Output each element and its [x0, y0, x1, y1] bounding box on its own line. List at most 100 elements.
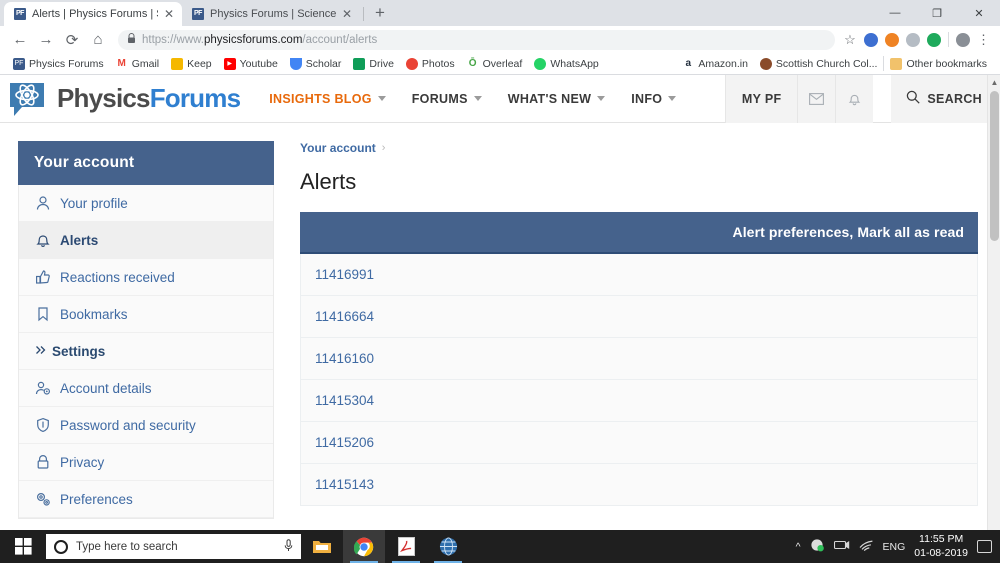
shield-blue-icon[interactable] [864, 32, 878, 47]
language-indicator[interactable]: ENG [883, 541, 906, 553]
address-bar[interactable]: https://www.physicsforums.com/account/al… [118, 29, 835, 50]
alert-id[interactable]: 11415206 [315, 435, 374, 450]
bell-icon[interactable] [835, 75, 874, 123]
circle-green-icon[interactable] [927, 32, 941, 47]
bookmark-star-icon[interactable]: ☆ [843, 32, 857, 47]
page-scrollbar[interactable]: ▲ ▼ [987, 75, 1000, 541]
show-hidden-icons-icon[interactable]: ^ [796, 541, 801, 553]
sidebar-item-reactions-received[interactable]: Reactions received [19, 259, 273, 296]
action-center-icon[interactable] [977, 540, 992, 553]
sidebar-item-account-details[interactable]: Account details [19, 370, 273, 407]
my-pf-button[interactable]: MY PF [724, 75, 798, 123]
scottish-church-icon [759, 57, 772, 70]
taskbar-globe-app[interactable] [427, 530, 469, 563]
sidebar-heading-settings: Settings [19, 333, 273, 370]
scroll-up-icon[interactable]: ▲ [988, 75, 1000, 90]
window-controls: — ❐ ✕ [874, 0, 1000, 26]
bookmark-photos[interactable]: Photos [400, 57, 461, 70]
taskbar-search-box[interactable]: Type here to search [46, 534, 301, 559]
browser-tab-active[interactable]: PF Alerts | Physics Forums | Science ✕ [4, 2, 182, 26]
close-window-icon[interactable]: ✕ [958, 0, 1000, 26]
nav-item-info[interactable]: INFO [618, 75, 689, 123]
antivirus-icon[interactable] [810, 538, 825, 555]
bookmark-physics-forums[interactable]: PF Physics Forums [7, 57, 110, 70]
avatar[interactable] [956, 32, 970, 47]
start-button[interactable] [0, 530, 46, 563]
inbox-icon[interactable] [797, 75, 836, 123]
alert-id[interactable]: 11415143 [315, 477, 374, 492]
home-icon[interactable]: ⌂ [86, 28, 110, 52]
chrome-menu-icon[interactable]: ⋮ [977, 33, 990, 46]
bookmark-scholar[interactable]: Scholar [284, 57, 348, 70]
list-item[interactable]: 11416160 [300, 338, 978, 380]
main-nav: INSIGHTS BLOG FORUMS WHAT'S NEW INFO [256, 75, 689, 123]
breadcrumb-link-your-account[interactable]: Your account [300, 141, 376, 155]
reload-icon[interactable]: ⟳ [60, 28, 84, 52]
tab-divider [363, 7, 364, 21]
bookmark-drive[interactable]: Drive [347, 57, 400, 70]
browser-window: PF Alerts | Physics Forums | Science ✕ P… [0, 0, 1000, 563]
circle-orange-icon[interactable] [885, 32, 899, 47]
back-icon[interactable]: ← [8, 28, 32, 52]
close-icon[interactable]: ✕ [164, 8, 174, 20]
bell-icon [35, 232, 51, 248]
scrollbar-thumb[interactable] [990, 91, 999, 241]
taskbar-file-explorer[interactable] [301, 530, 343, 563]
list-item[interactable]: 11415143 [300, 464, 978, 506]
shield-gray-icon[interactable] [906, 32, 920, 47]
sidebar-item-alerts[interactable]: Alerts [19, 222, 273, 259]
wifi-icon[interactable] [859, 539, 874, 554]
sidebar-item-preferences[interactable]: Preferences [19, 481, 273, 518]
bookmark-keep[interactable]: Keep [165, 57, 218, 70]
alert-id[interactable]: 11416991 [315, 267, 374, 282]
bookmark-overleaf[interactable]: Ō Overleaf [461, 57, 529, 70]
search-input[interactable]: Type here to search [76, 541, 276, 553]
other-bookmarks-folder[interactable]: Other bookmarks [884, 57, 993, 70]
sidebar-item-your-profile[interactable]: Your profile [19, 185, 273, 222]
microphone-icon[interactable] [284, 538, 293, 555]
list-item[interactable]: 11416664 [300, 296, 978, 338]
forward-icon[interactable]: → [34, 28, 58, 52]
bookmark-label: Photos [421, 57, 455, 70]
bookmark-youtube[interactable]: ▶ Youtube [218, 57, 284, 70]
chevron-down-icon [668, 96, 677, 101]
network-tray-icon[interactable] [833, 539, 850, 554]
bookmark-amazon[interactable]: a Amazon.in [676, 57, 754, 70]
photos-icon [405, 57, 418, 70]
user-icon [35, 195, 51, 211]
maximize-icon[interactable]: ❐ [916, 0, 958, 26]
taskbar-chrome[interactable] [343, 530, 385, 563]
search-button[interactable]: SEARCH [891, 75, 1000, 123]
alert-id[interactable]: 11416160 [315, 351, 374, 366]
site-logo-text: PhysicsForums [57, 83, 241, 114]
bookmark-scottish-church[interactable]: Scottish Church Col... [754, 57, 884, 70]
site-logo[interactable]: PhysicsForums [6, 79, 256, 119]
bookmark-icon [35, 306, 51, 322]
close-icon[interactable]: ✕ [342, 8, 352, 20]
new-tab-button[interactable]: + [367, 2, 393, 26]
list-item[interactable]: 11416991 [300, 254, 978, 296]
alert-panel-actions[interactable]: Alert preferences, Mark all as read [732, 224, 964, 240]
sidebar-item-password-and-security[interactable]: Password and security [19, 407, 273, 444]
drive-icon [353, 57, 366, 70]
tab-strip: PF Alerts | Physics Forums | Science ✕ P… [0, 0, 1000, 26]
nav-item-insights-blog[interactable]: INSIGHTS BLOG [256, 75, 399, 123]
alert-id[interactable]: 11415304 [315, 393, 374, 408]
bookmark-label: Overleaf [482, 57, 523, 70]
sidebar-item-label: Reactions received [60, 269, 175, 285]
bookmark-whatsapp[interactable]: WhatsApp [528, 57, 604, 70]
list-item[interactable]: 11415304 [300, 380, 978, 422]
bookmark-gmail[interactable]: M Gmail [110, 57, 165, 70]
browser-tab-inactive[interactable]: PF Physics Forums | Science Articles ✕ [182, 2, 360, 26]
alert-id[interactable]: 11416664 [315, 309, 374, 324]
nav-item-whats-new[interactable]: WHAT'S NEW [495, 75, 619, 123]
sidebar-item-privacy[interactable]: Privacy [19, 444, 273, 481]
nav-item-forums[interactable]: FORUMS [399, 75, 495, 123]
sidebar-item-bookmarks[interactable]: Bookmarks [19, 296, 273, 333]
taskbar-adobe-reader[interactable] [385, 530, 427, 563]
alerts-panel-header[interactable]: Alert preferences, Mark all as read [300, 212, 978, 254]
list-item[interactable]: 11415206 [300, 422, 978, 464]
system-tray: ^ ENG 11:55 PM 01-08-2019 [796, 533, 1000, 559]
clock[interactable]: 11:55 PM 01-08-2019 [914, 533, 968, 559]
minimize-icon[interactable]: — [874, 0, 916, 26]
